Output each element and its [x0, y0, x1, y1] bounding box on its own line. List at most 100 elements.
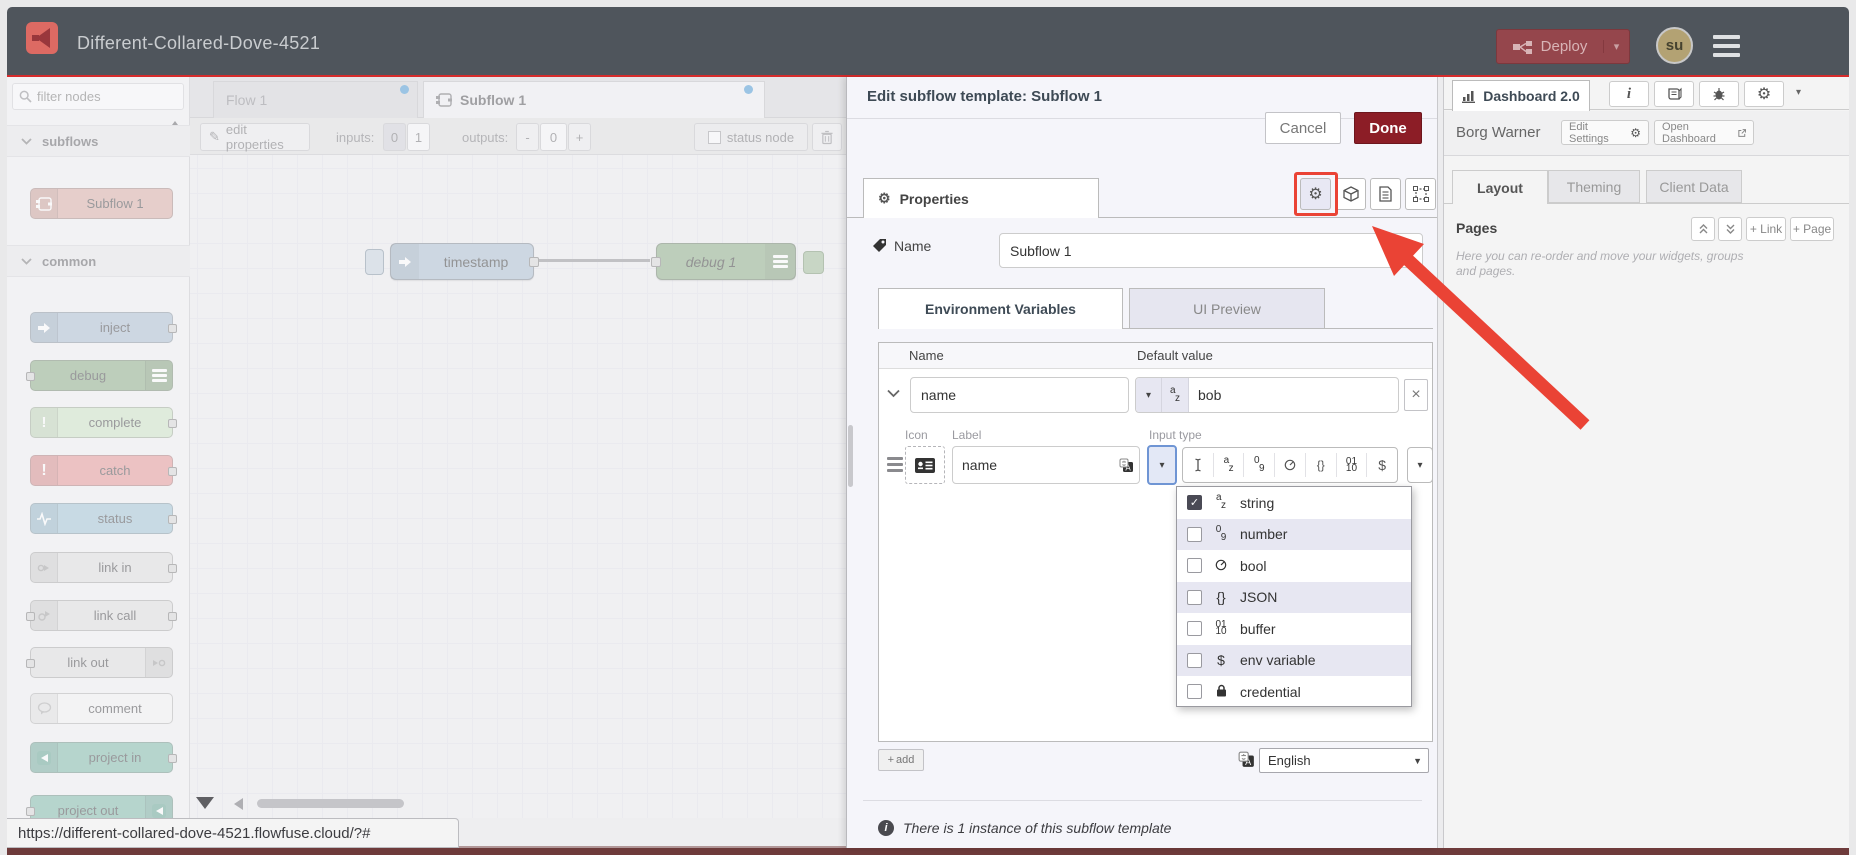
bool-type-icon: [1274, 453, 1305, 477]
appearance-button[interactable]: [1405, 178, 1436, 210]
tab-environment-variables[interactable]: Environment Variables: [878, 288, 1123, 329]
info-tab-button[interactable]: i: [1609, 81, 1649, 107]
label-label: Label: [952, 428, 982, 442]
ui-widget-dropdown-button[interactable]: ▾: [1407, 447, 1433, 483]
checkbox[interactable]: [1187, 589, 1202, 605]
dashboard-project-row: Borg Warner Edit Settings ⚙ Open Dashboa…: [1444, 111, 1849, 156]
checkbox[interactable]: [1187, 558, 1202, 574]
menu-item-string[interactable]: ✓ az string: [1177, 487, 1411, 519]
tag-icon: [873, 239, 886, 252]
gear-icon: ⚙: [1630, 125, 1641, 140]
add-link-button[interactable]: + Link: [1746, 217, 1786, 241]
drag-handle[interactable]: [887, 457, 903, 472]
checkbox-checked[interactable]: ✓: [1187, 495, 1202, 511]
env-var-value[interactable]: bob: [1189, 378, 1398, 412]
debug-tab-button[interactable]: [1699, 81, 1739, 107]
chevron-down-icon: ▼: [1413, 755, 1422, 766]
info-icon: i: [1626, 85, 1632, 102]
pages-section-label: Pages: [1456, 220, 1498, 236]
done-button[interactable]: Done: [1354, 112, 1422, 144]
menu-item-json[interactable]: {} JSON: [1177, 581, 1411, 613]
menu-item-buffer[interactable]: 01 10 buffer: [1177, 613, 1411, 645]
double-chevron-down-icon: [1726, 224, 1734, 234]
add-page-button[interactable]: + Page: [1790, 217, 1834, 241]
tray-resize-handle[interactable]: [848, 425, 853, 487]
menu-item-credential[interactable]: credential: [1177, 676, 1411, 708]
tab-properties[interactable]: ⚙ Properties: [863, 178, 1099, 218]
divider: [847, 118, 1438, 119]
edit-settings-button[interactable]: Edit Settings ⚙: [1561, 120, 1649, 145]
menu-item-env-variable[interactable]: $ env variable: [1177, 644, 1411, 676]
cancel-button[interactable]: Cancel: [1265, 112, 1341, 144]
remove-env-var-button[interactable]: ×: [1404, 379, 1428, 411]
env-var-value-typedinput: ▾ az bob: [1135, 377, 1399, 413]
string-type-icon: az: [1162, 378, 1189, 412]
input-type-dropdown-button[interactable]: ▾: [1147, 445, 1177, 485]
checkbox[interactable]: [1187, 652, 1202, 668]
row-expand-chevron-icon[interactable]: [887, 389, 900, 398]
pages-hint-text: Here you can re-order and move your widg…: [1456, 249, 1744, 278]
checkbox[interactable]: [1187, 526, 1202, 542]
selection-frame-icon: [1412, 186, 1429, 202]
col-name: Name: [909, 348, 944, 363]
tab-client-data[interactable]: Client Data: [1646, 170, 1742, 203]
menu-item-bool[interactable]: bool: [1177, 550, 1411, 582]
subflow-name-input[interactable]: [999, 233, 1423, 268]
buffer-type-icon: 01 10: [1335, 453, 1367, 477]
annotation-highlight-box: [1294, 172, 1338, 216]
checkbox[interactable]: [1187, 684, 1202, 700]
type-select-caret[interactable]: ▾: [1136, 378, 1162, 412]
json-type-icon: {}: [1304, 453, 1336, 477]
module-properties-button[interactable]: [1335, 178, 1366, 210]
bar-chart-icon: [1462, 90, 1476, 103]
palette-scroll-down-icon[interactable]: [196, 797, 214, 809]
buffer-type-icon: 01 10: [1215, 618, 1227, 637]
env-type-icon: $: [1217, 652, 1225, 669]
main-menu-button[interactable]: [1713, 35, 1740, 57]
open-dashboard-button[interactable]: Open Dashboard: [1654, 120, 1754, 145]
config-tab-button[interactable]: ⚙: [1744, 81, 1784, 107]
gear-icon: ⚙: [878, 190, 891, 206]
header-bar: Different-Collared-Dove-4521 Deploy ▾ su: [7, 7, 1849, 75]
document-icon: [1379, 186, 1392, 202]
edit-subflow-tray: Edit subflow template: Subflow 1 Cancel …: [846, 77, 1438, 848]
app-window: Different-Collared-Dove-4521 Deploy ▾ su: [0, 0, 1856, 855]
icon-label: Icon: [905, 428, 928, 442]
tab-dashboard-2[interactable]: Dashboard 2.0: [1452, 80, 1590, 111]
tab-theming[interactable]: Theming: [1548, 170, 1640, 203]
info-icon: i: [878, 820, 894, 836]
description-button[interactable]: [1370, 178, 1401, 210]
string-type-icon: az: [1216, 492, 1226, 512]
env-var-label-value[interactable]: name: [953, 447, 1113, 483]
input-type-label: Input type: [1149, 428, 1202, 442]
expand-all-button[interactable]: [1718, 217, 1742, 241]
deploy-button[interactable]: Deploy ▾: [1496, 29, 1630, 64]
collapse-all-button[interactable]: [1691, 217, 1715, 241]
env-var-icon-button[interactable]: [905, 446, 945, 484]
env-var-name-input[interactable]: [910, 377, 1129, 413]
sidebar-splitter[interactable]: [1437, 77, 1444, 848]
tab-layout[interactable]: Layout: [1452, 170, 1548, 204]
book-icon: [1667, 87, 1682, 100]
divider: [863, 800, 1422, 801]
checkbox[interactable]: [1187, 621, 1202, 637]
bug-icon: [1713, 88, 1725, 101]
language-select[interactable]: English ▼: [1259, 748, 1429, 773]
instance-count-note: There is 1 instance of this subflow temp…: [903, 820, 1172, 836]
tray-title: Edit subflow template: Subflow 1: [867, 88, 1103, 105]
flowfuse-logo-icon: [26, 22, 58, 54]
menu-item-number[interactable]: 09 number: [1177, 518, 1411, 550]
number-type-icon: 09: [1243, 453, 1274, 477]
instance-title: Different-Collared-Dove-4521: [77, 33, 321, 53]
add-env-var-button[interactable]: + add: [878, 749, 924, 771]
string-type-icon: az: [1212, 453, 1244, 477]
tab-ui-preview[interactable]: UI Preview: [1129, 288, 1325, 329]
user-avatar[interactable]: su: [1656, 27, 1693, 64]
translate-icon: A: [1238, 751, 1254, 767]
sidebar-more-caret[interactable]: ▾: [1796, 87, 1801, 98]
deploy-options-caret[interactable]: ▾: [1603, 40, 1629, 53]
input-type-preview-toolbar: az 09 {} 01 10 $: [1182, 447, 1398, 483]
translate-icon[interactable]: A: [1113, 447, 1139, 483]
help-tab-button[interactable]: [1654, 81, 1694, 107]
number-type-icon: 09: [1215, 523, 1227, 543]
